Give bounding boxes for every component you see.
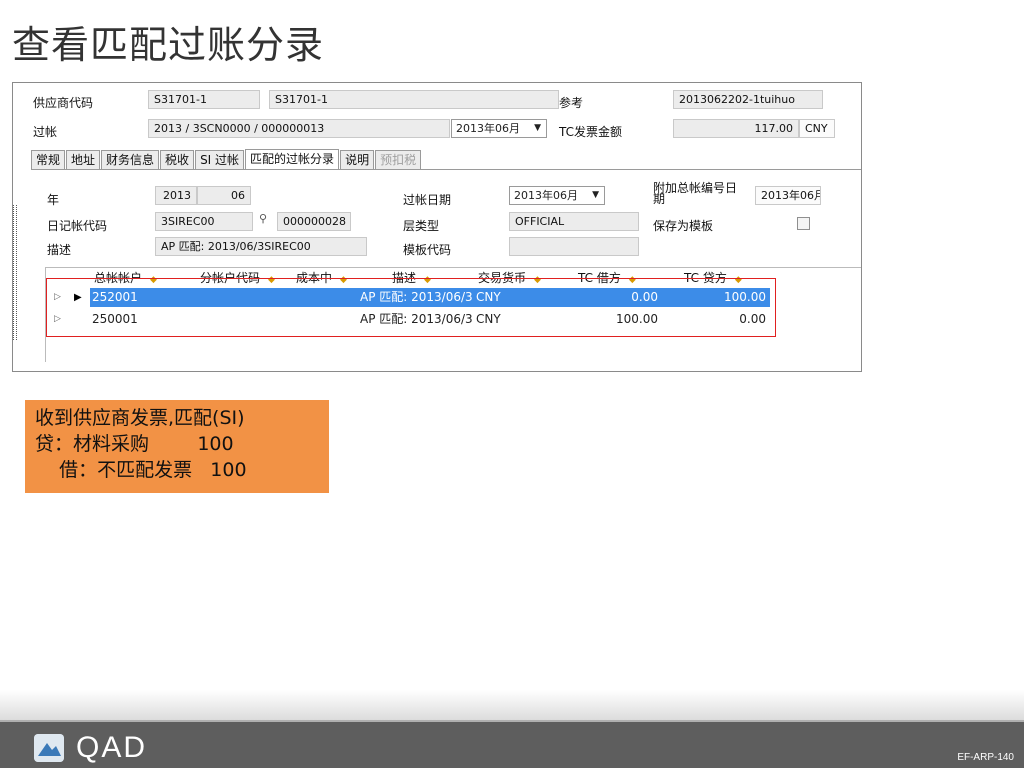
journal-link-icon[interactable]: ⚲	[259, 212, 267, 225]
tab-divider	[31, 169, 861, 170]
reference-field[interactable]: 2013062202-1tuihuo	[673, 90, 823, 109]
qad-logo-icon	[34, 734, 64, 762]
tc-invoice-amount-field[interactable]: 117.00	[673, 119, 799, 138]
extra-gl-date-label-line1: 附加总帐编号日	[653, 181, 738, 195]
tab-financial-info[interactable]: 财务信息	[101, 150, 160, 170]
journal-code-label: 日记帐代码	[47, 219, 108, 233]
slide-code: EF-ARP-140	[957, 752, 1014, 763]
footer-bar: QAD EF-ARP-140	[0, 720, 1024, 768]
tc-invoice-label: TC发票金额	[559, 125, 623, 139]
note-line-2: 贷：材料采购 100	[35, 433, 234, 455]
tab-tax[interactable]: 税收	[160, 150, 195, 170]
tab-notes[interactable]: 说明	[340, 150, 375, 170]
dropdown-arrow-icon: ▼	[534, 123, 541, 133]
tab-address[interactable]: 地址	[66, 150, 101, 170]
description-label: 描述	[47, 243, 72, 257]
note-line-1: 收到供应商发票,匹配(SI)	[35, 407, 245, 429]
supplier-name-field[interactable]: S31701-1	[269, 90, 559, 109]
window-resize-handle[interactable]	[13, 205, 17, 340]
tab-bar: 常规 地址 财务信息 税收 SI 过帐 匹配的过帐分录 说明 预扣税	[31, 149, 422, 170]
posting-month-value: 2013年06月	[456, 122, 520, 135]
layer-type-label: 层类型	[403, 219, 440, 233]
posting-field[interactable]: 2013 / 3SCN0000 / 000000013	[148, 119, 450, 138]
year-label: 年	[47, 193, 60, 207]
posting-date-dropdown[interactable]: 2013年06月 ▼	[509, 186, 605, 205]
journal-code-field[interactable]: 3SIREC00	[155, 212, 253, 231]
extra-gl-date-label-line2: 期	[653, 192, 666, 206]
supplier-code-field[interactable]: S31701-1	[148, 90, 260, 109]
footer-fade	[0, 690, 1024, 720]
posting-date-value: 2013年06月	[514, 189, 578, 202]
year-field[interactable]: 2013	[155, 186, 197, 205]
dropdown-arrow-icon: ▼	[592, 190, 599, 200]
save-template-checkbox[interactable]	[797, 217, 810, 230]
tab-general[interactable]: 常规	[31, 150, 66, 170]
extra-gl-date-field[interactable]: 2013年06月	[755, 186, 821, 205]
tab-matched-postings[interactable]: 匹配的过帐分录	[245, 149, 340, 170]
posting-month-dropdown[interactable]: 2013年06月 ▼	[451, 119, 547, 138]
tab-withholding-tax: 预扣税	[375, 150, 422, 170]
tc-currency-field[interactable]: CNY	[799, 119, 835, 138]
slide-title: 查看匹配过账分录	[12, 23, 325, 67]
highlight-box	[46, 278, 776, 337]
description-field[interactable]: AP 匹配: 2013/06/3SIREC00	[155, 237, 367, 256]
posting-date-label: 过帐日期	[403, 193, 452, 207]
save-template-label: 保存为模板	[653, 219, 714, 233]
layer-type-field[interactable]: OFFICIAL	[509, 212, 639, 231]
template-code-field[interactable]	[509, 237, 639, 256]
extra-gl-date-label: 附加总帐编号日 期	[653, 181, 738, 206]
reference-label: 参考	[559, 96, 584, 110]
posting-label: 过帐	[33, 125, 58, 139]
journal-note: 收到供应商发票,匹配(SI) 贷：材料采购 100 借：不匹配发票 100	[25, 400, 329, 493]
template-code-label: 模板代码	[403, 243, 452, 257]
period-field[interactable]: 06	[197, 186, 251, 205]
logo-text: QAD	[76, 731, 148, 764]
supplier-code-label: 供应商代码	[33, 96, 94, 110]
journal-number-field[interactable]: 000000028	[277, 212, 351, 231]
tab-si-posting[interactable]: SI 过帐	[195, 150, 245, 170]
note-line-3: 借：不匹配发票 100	[35, 459, 247, 481]
